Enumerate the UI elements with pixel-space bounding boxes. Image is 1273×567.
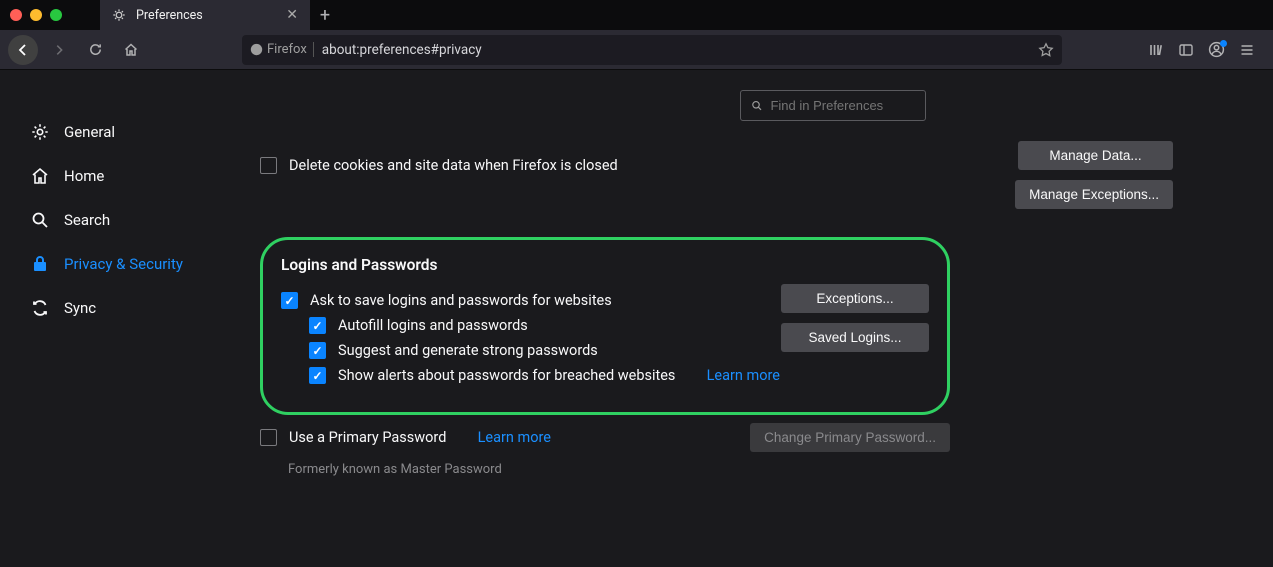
logins-passwords-section: Logins and Passwords Ask to save logins …	[260, 237, 950, 415]
home-button[interactable]	[116, 35, 146, 65]
delete-cookies-label: Delete cookies and site data when Firefo…	[289, 157, 618, 174]
autofill-label: Autofill logins and passwords	[338, 317, 528, 334]
lock-icon	[30, 254, 50, 274]
sidebar-item-label: Sync	[64, 299, 96, 317]
reload-button[interactable]	[80, 35, 110, 65]
manage-exceptions-button[interactable]: Manage Exceptions...	[1015, 180, 1173, 209]
forward-button[interactable]	[44, 35, 74, 65]
tab-favicon	[112, 8, 126, 22]
sidebar-item-home[interactable]: Home	[30, 154, 240, 198]
tab-strip: Preferences ✕ +	[0, 0, 1273, 30]
sidebar-item-privacy[interactable]: Privacy & Security	[30, 242, 240, 286]
primary-password-checkbox[interactable]	[260, 429, 277, 446]
sidebar-item-label: General	[64, 123, 115, 141]
ask-save-logins-checkbox[interactable]	[281, 292, 298, 309]
browser-tab[interactable]: Preferences ✕	[100, 0, 310, 30]
close-window-button[interactable]	[10, 9, 22, 21]
identity-box[interactable]: Firefox	[250, 42, 314, 57]
primary-learn-more-link[interactable]: Learn more	[478, 429, 551, 446]
ask-save-logins-label: Ask to save logins and passwords for web…	[310, 292, 612, 309]
search-icon	[751, 99, 762, 112]
search-icon	[30, 210, 50, 230]
primary-password-hint: Formerly known as Master Password	[288, 462, 1233, 477]
sidebar-item-label: Home	[64, 167, 104, 185]
suggest-passwords-label: Suggest and generate strong passwords	[338, 342, 598, 359]
suggest-passwords-checkbox[interactable]	[309, 342, 326, 359]
sidebar-item-label: Search	[64, 211, 110, 229]
close-tab-button[interactable]: ✕	[286, 7, 298, 23]
find-input[interactable]	[770, 98, 915, 113]
url-bar[interactable]: Firefox about:preferences#privacy	[242, 35, 1062, 65]
gear-icon	[30, 122, 50, 142]
saved-logins-button[interactable]: Saved Logins...	[781, 323, 929, 352]
sidebar-item-sync[interactable]: Sync	[30, 286, 240, 330]
sidebar-item-general[interactable]: General	[30, 110, 240, 154]
new-tab-button[interactable]: +	[310, 0, 340, 30]
sidebar-item-search[interactable]: Search	[30, 198, 240, 242]
find-in-preferences[interactable]	[740, 90, 926, 121]
category-sidebar: General Home Search Privacy & Security S…	[0, 70, 240, 567]
breach-alerts-checkbox[interactable]	[309, 367, 326, 384]
tab-title: Preferences	[136, 8, 203, 23]
breach-alerts-label: Show alerts about passwords for breached…	[338, 367, 675, 384]
section-heading: Logins and Passwords	[281, 256, 929, 274]
account-icon[interactable]	[1208, 41, 1225, 58]
sidebar-item-label: Privacy & Security	[64, 255, 183, 273]
sync-icon	[30, 298, 50, 318]
maximize-window-button[interactable]	[50, 9, 62, 21]
preferences-content: General Home Search Privacy & Security S…	[0, 70, 1273, 567]
bookmark-star-icon[interactable]	[1038, 42, 1054, 58]
nav-toolbar: Firefox about:preferences#privacy	[0, 30, 1273, 70]
back-button[interactable]	[8, 35, 38, 65]
primary-password-label: Use a Primary Password	[289, 429, 446, 446]
library-icon[interactable]	[1148, 42, 1164, 58]
url-text: about:preferences#privacy	[322, 42, 482, 58]
autofill-checkbox[interactable]	[309, 317, 326, 334]
breach-learn-more-link[interactable]: Learn more	[707, 367, 780, 384]
menu-button[interactable]	[1239, 42, 1255, 58]
change-primary-password-button: Change Primary Password...	[750, 423, 950, 452]
delete-cookies-checkbox[interactable]	[260, 157, 277, 174]
main-panel: Delete cookies and site data when Firefo…	[240, 70, 1273, 567]
minimize-window-button[interactable]	[30, 9, 42, 21]
identity-label: Firefox	[267, 42, 307, 57]
window-controls	[0, 0, 100, 30]
manage-data-button[interactable]: Manage Data...	[1018, 141, 1173, 170]
sidebar-toggle-icon[interactable]	[1178, 42, 1194, 58]
login-exceptions-button[interactable]: Exceptions...	[781, 284, 929, 313]
home-icon	[30, 166, 50, 186]
